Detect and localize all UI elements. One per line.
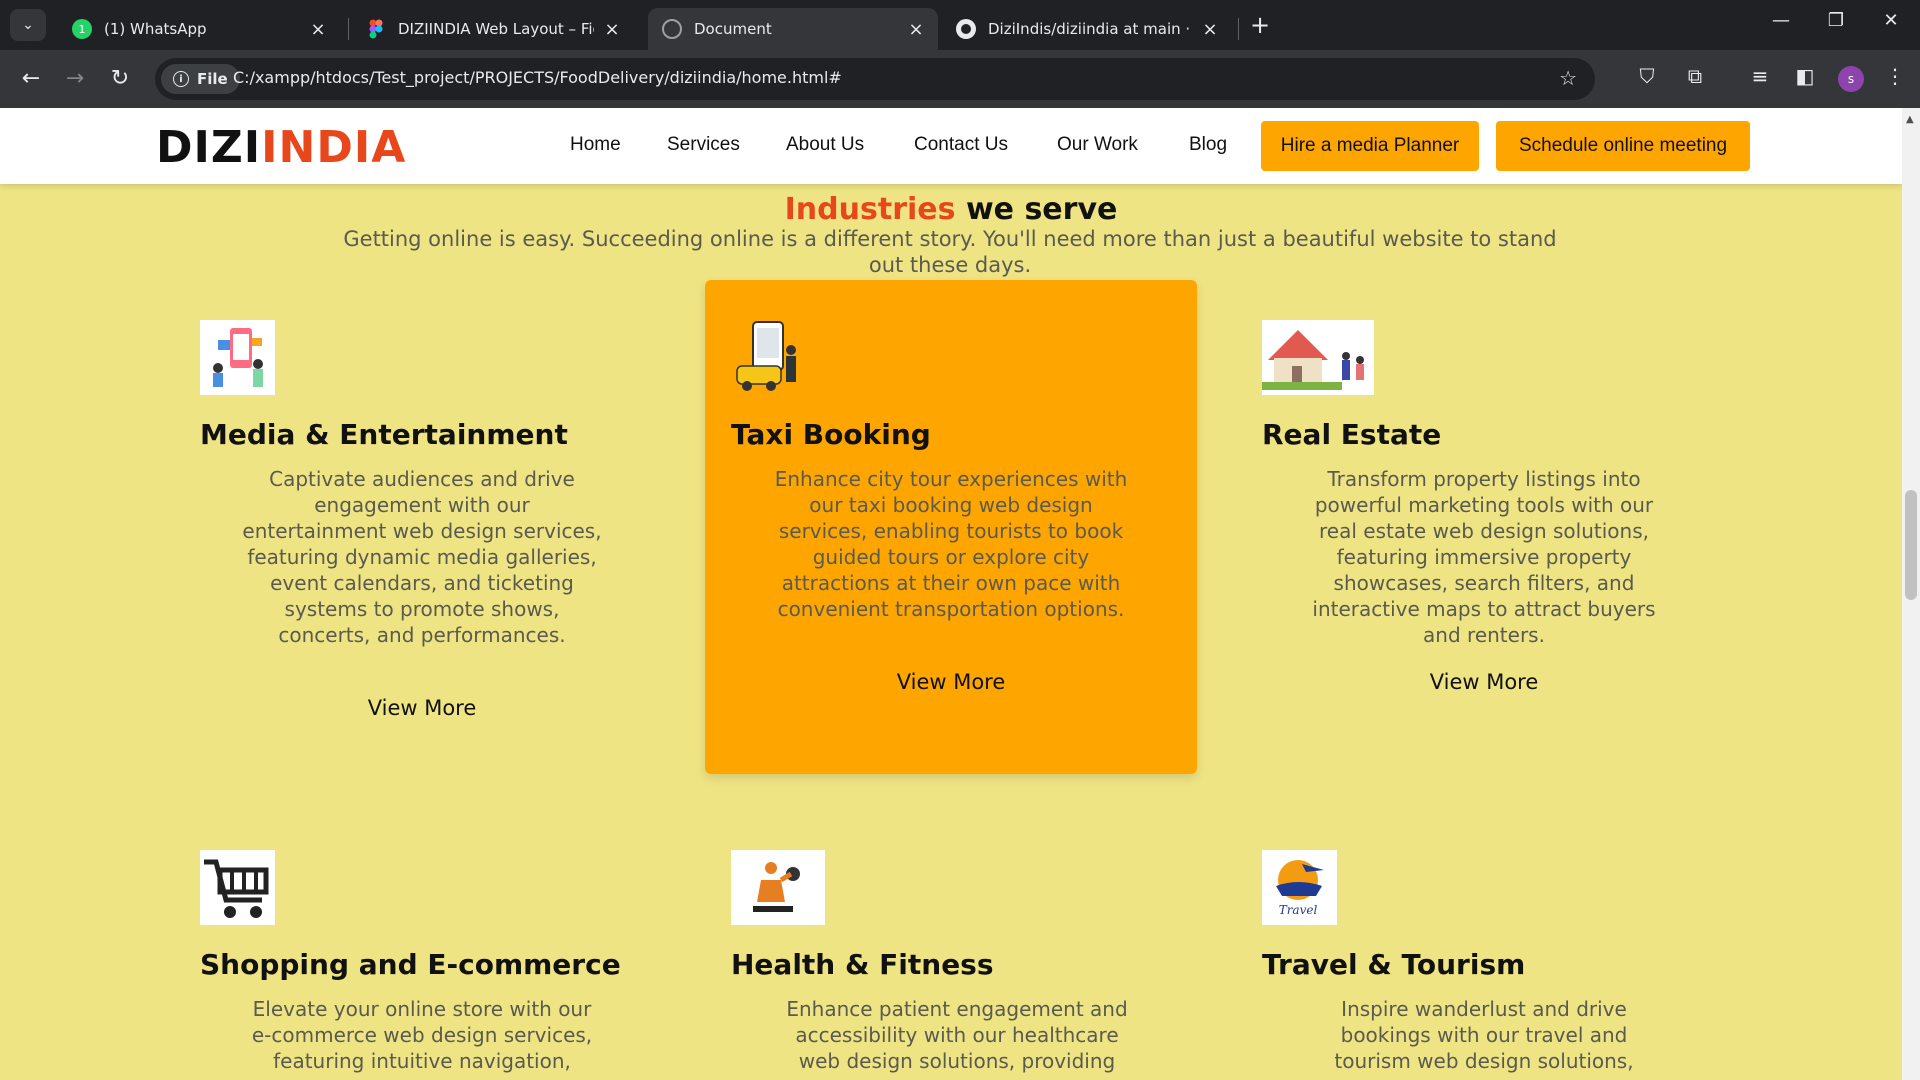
card-description: Enhance city tour experiences with our t… — [774, 467, 1128, 621]
site-chip-label: File — [197, 70, 228, 88]
schedule-meeting-button[interactable]: Schedule online meeting — [1496, 121, 1750, 171]
media-entertainment-icon — [200, 320, 275, 395]
close-icon[interactable]: × — [308, 19, 328, 40]
card-title: Media & Entertainment — [200, 418, 568, 451]
card-description: Elevate your online store with our e-com… — [251, 997, 593, 1073]
scroll-thumb[interactable] — [1905, 490, 1917, 600]
nav-home[interactable]: Home — [570, 134, 621, 156]
shopping-cart-icon — [200, 850, 275, 925]
new-tab-plus-icon[interactable]: + — [1250, 12, 1270, 38]
info-icon: i — [173, 71, 189, 87]
figma-icon — [366, 19, 386, 39]
fitness-icon — [731, 850, 825, 925]
side-panel-icon[interactable]: ◧ — [1790, 64, 1820, 88]
travel-icon: Travel — [1262, 850, 1337, 925]
tab-title: Document — [694, 20, 772, 38]
section-title: Industries we serve — [0, 192, 1902, 227]
profile-avatar[interactable]: s — [1838, 66, 1864, 92]
globe-icon — [662, 19, 682, 39]
industry-card-travel: Travel Travel & Tourism Inspire wanderlu… — [1262, 850, 1754, 1080]
nav-our-work[interactable]: Our Work — [1057, 134, 1138, 156]
minimize-icon[interactable]: — — [1766, 10, 1796, 31]
card-title: Shopping and E-commerce — [200, 948, 621, 981]
restore-icon[interactable]: ❐ — [1821, 10, 1851, 31]
tab-figma[interactable]: DIZIINDIA Web Layout – Figma × — [352, 8, 634, 50]
forward-arrow-icon[interactable]: → — [60, 64, 90, 94]
tab-separator — [348, 18, 349, 40]
tab-separator — [1238, 18, 1239, 40]
page-scrollbar[interactable]: ▲ — [1902, 108, 1920, 1080]
section-title-rest: we serve — [965, 192, 1118, 227]
nav-blog[interactable]: Blog — [1189, 134, 1227, 156]
view-more-link[interactable]: View More — [242, 696, 602, 720]
card-title: Taxi Booking — [731, 418, 931, 451]
tab-whatsapp[interactable]: 1 (1) WhatsApp × — [58, 8, 340, 50]
card-title: Real Estate — [1262, 418, 1442, 451]
card-description: Transform property listings into powerfu… — [1312, 467, 1656, 647]
hire-media-planner-button[interactable]: Hire a media Planner — [1261, 121, 1479, 171]
url-text[interactable]: C:/xampp/htdocs/Test_project/PROJECTS/Fo… — [233, 68, 842, 87]
travel-icon-text: Travel — [1279, 903, 1318, 917]
address-bar[interactable]: i File C:/xampp/htdocs/Test_project/PROJ… — [155, 58, 1595, 100]
reload-icon[interactable]: ↻ — [105, 64, 135, 94]
tab-title: (1) WhatsApp — [104, 20, 207, 38]
tab-strip: ⌄ 1 (1) WhatsApp × DIZIINDIA Web Layout … — [0, 0, 1920, 50]
logo-part-dizi: DIZI — [156, 122, 262, 173]
github-icon — [956, 19, 976, 39]
nav-services[interactable]: Services — [667, 134, 740, 156]
nav-contact-us[interactable]: Contact Us — [914, 134, 1008, 156]
page-viewport: DIZIINDIA Home Services About Us Contact… — [0, 108, 1902, 1080]
site-logo[interactable]: DIZIINDIA — [156, 122, 406, 173]
industry-card-media: Media & Entertainment Captivate audience… — [200, 280, 692, 720]
card-description: Enhance patient engagement and accessibi… — [786, 997, 1128, 1073]
industry-card-health: Health & Fitness Enhance patient engagem… — [731, 850, 1223, 1080]
extensions-puzzle-icon[interactable]: ⧉ — [1680, 64, 1710, 88]
tab-title: DiziIndis/diziindia at main · sha — [988, 20, 1192, 38]
nav-about-us[interactable]: About Us — [786, 134, 864, 156]
site-info-chip[interactable]: i File — [161, 64, 240, 94]
tab-github[interactable]: DiziIndis/diziindia at main · sha × — [942, 8, 1232, 50]
industry-card-taxi: Taxi Booking Enhance city tour experienc… — [705, 280, 1197, 774]
card-title: Health & Fitness — [731, 948, 994, 981]
card-description: Captivate audiences and drive engagement… — [242, 467, 602, 647]
bookmark-star-icon[interactable]: ☆ — [1559, 66, 1577, 90]
taxi-booking-icon — [731, 320, 806, 395]
chevron-down-icon: ⌄ — [22, 17, 34, 33]
close-icon[interactable]: × — [906, 19, 926, 40]
close-icon[interactable]: × — [1200, 19, 1220, 40]
industry-card-shopping: Shopping and E-commerce Elevate your onl… — [200, 850, 692, 1080]
card-description: Inspire wanderlust and drive bookings wi… — [1334, 997, 1634, 1073]
section-title-highlight: Industries — [784, 192, 956, 227]
browser-toolbar: ← → ↻ i File C:/xampp/htdocs/Test_projec… — [0, 50, 1920, 108]
shield-extension-icon[interactable]: ⛉ — [1632, 64, 1662, 88]
card-title: Travel & Tourism — [1262, 948, 1526, 981]
real-estate-icon — [1262, 320, 1374, 395]
section-subtitle: Getting online is easy. Succeeding onlin… — [343, 227, 1557, 277]
back-arrow-icon[interactable]: ← — [16, 64, 46, 94]
tab-title: DIZIINDIA Web Layout – Figma — [398, 20, 594, 38]
site-header: DIZIINDIA Home Services About Us Contact… — [0, 108, 1902, 184]
reading-list-icon[interactable]: ≡ — [1745, 64, 1775, 88]
tab-document[interactable]: Document × — [648, 8, 938, 50]
view-more-link[interactable]: View More — [1304, 670, 1664, 694]
whatsapp-icon: 1 — [72, 19, 92, 39]
tab-search-button[interactable]: ⌄ — [10, 9, 46, 41]
scroll-up-arrow-icon[interactable]: ▲ — [1906, 114, 1914, 125]
industry-card-real-estate: Real Estate Transform property listings … — [1262, 280, 1754, 694]
logo-part-india: INDIA — [261, 122, 407, 173]
view-more-link[interactable]: View More — [771, 670, 1131, 694]
window-close-icon[interactable]: ✕ — [1876, 10, 1906, 31]
menu-kebab-icon[interactable]: ⋮ — [1880, 64, 1910, 88]
close-icon[interactable]: × — [602, 19, 622, 40]
